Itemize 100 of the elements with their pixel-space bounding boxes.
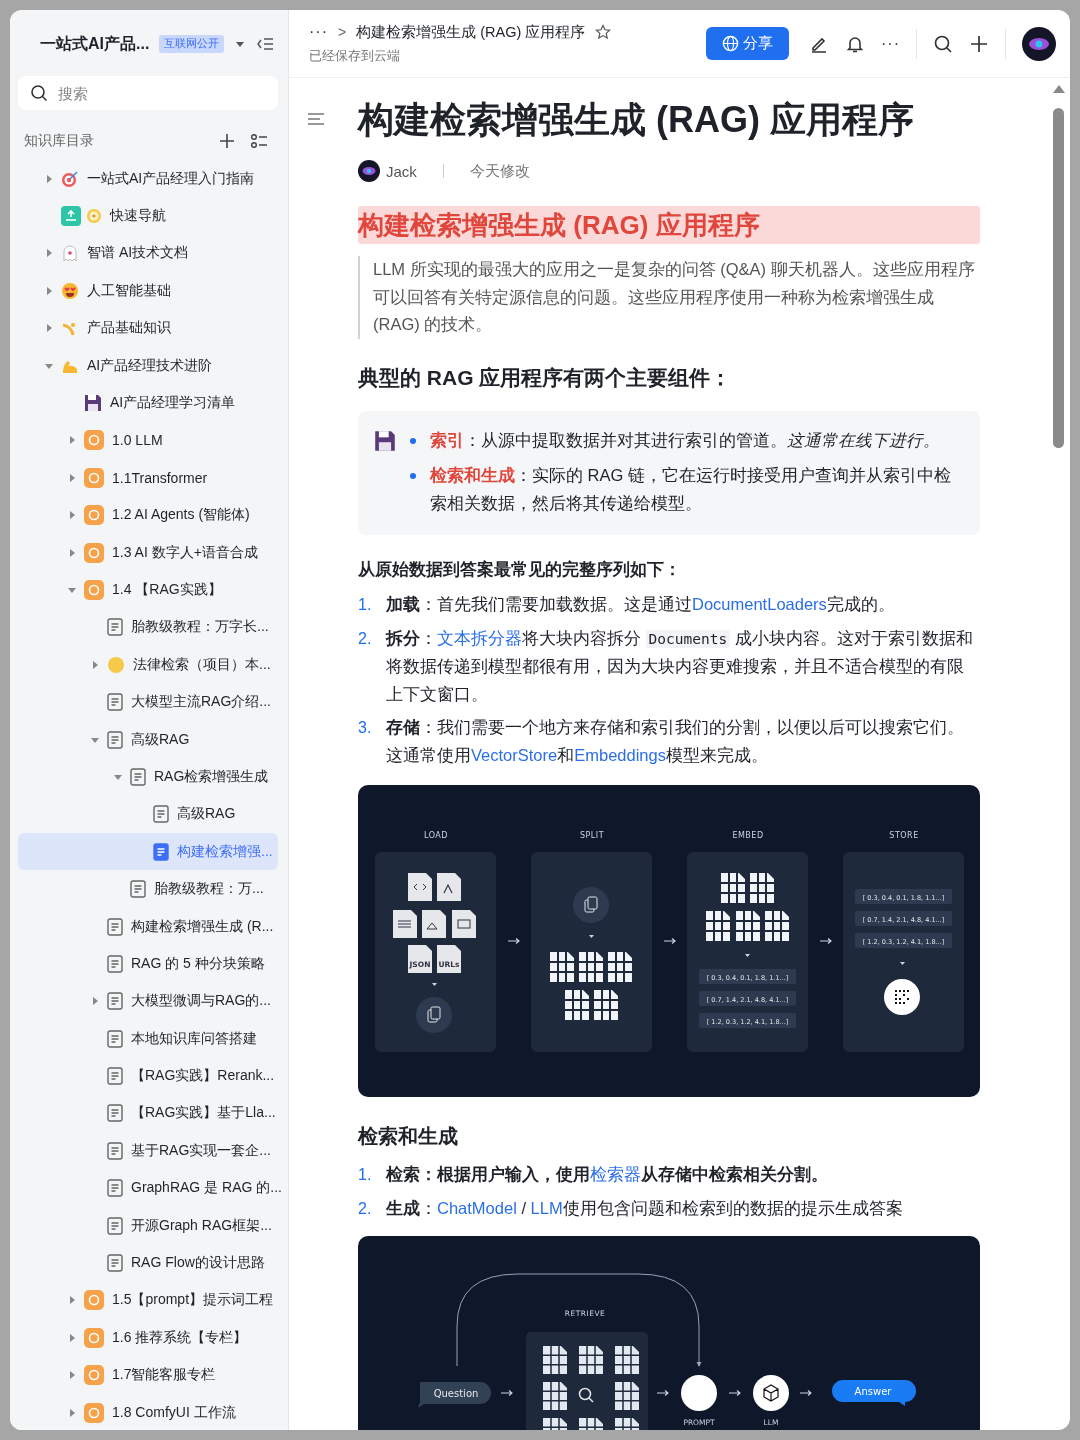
- tree-item-label: RAG检索增强生成: [154, 767, 269, 786]
- chunk-icon: [764, 910, 790, 942]
- tree-item[interactable]: 大模型主流RAG介绍...: [18, 683, 278, 721]
- tree-item[interactable]: 本地知识库问答搭建: [18, 1020, 278, 1058]
- caret-icon[interactable]: [67, 1295, 77, 1306]
- down-arrow-icon: [432, 983, 437, 986]
- caret-icon[interactable]: [67, 472, 77, 483]
- tree-item[interactable]: 产品基础知识: [18, 309, 278, 347]
- document-title: 构建检索增强生成 (RAG) 应用程序: [358, 98, 915, 142]
- search-icon: [30, 84, 48, 102]
- caret-icon[interactable]: [44, 248, 54, 259]
- tree-item[interactable]: 高级RAG: [18, 795, 278, 834]
- breadcrumb-separator: >: [338, 24, 347, 40]
- tree-item[interactable]: 构建检索增强生成 (R...: [18, 907, 278, 946]
- tree-item[interactable]: 胎教级教程：万字长...: [18, 608, 278, 647]
- tree-item[interactable]: AI产品经理技术进阶: [18, 346, 278, 385]
- caret-icon[interactable]: [67, 1407, 77, 1418]
- chunk-icon: [614, 1381, 640, 1411]
- link[interactable]: 文本拆分器: [437, 628, 522, 647]
- tree-item-label: 基于RAG实现一套企...: [131, 1141, 271, 1160]
- link[interactable]: LLM: [530, 1198, 563, 1217]
- tree-item[interactable]: AI产品经理学习清单: [18, 384, 278, 422]
- breadcrumb-title[interactable]: 构建检索增强生成 (RAG) 应用程序: [356, 22, 586, 42]
- scroll-up-icon[interactable]: [1052, 84, 1066, 94]
- file-icon: [408, 945, 432, 973]
- tree-item[interactable]: 1.1Transformer: [18, 459, 278, 497]
- tree-item[interactable]: 法律检索（项目）本...: [18, 646, 278, 684]
- tree-item[interactable]: 1.5【prompt】提示词工程: [18, 1281, 278, 1320]
- more-menu[interactable]: ···: [881, 34, 900, 53]
- tree-item[interactable]: 【RAG实践】基于Lla...: [18, 1094, 278, 1133]
- caret-icon[interactable]: [90, 996, 100, 1007]
- add-icon[interactable]: [218, 132, 236, 150]
- caret-icon[interactable]: [67, 510, 77, 521]
- add-icon[interactable]: [969, 33, 989, 54]
- tree-item[interactable]: 【RAG实践】Rerank...: [18, 1057, 278, 1095]
- caret-icon[interactable]: [67, 1370, 77, 1381]
- link[interactable]: 检索器: [590, 1165, 641, 1183]
- down-arrow-icon: [745, 954, 750, 957]
- search-icon[interactable]: [933, 33, 953, 54]
- caret-icon[interactable]: [67, 1332, 77, 1343]
- tree-item[interactable]: 一站式AI产品经理入门指南: [18, 160, 278, 198]
- tree-item[interactable]: 人工智能基础: [18, 272, 278, 310]
- arrow-icon: [819, 937, 832, 945]
- search-field[interactable]: 搜索: [18, 76, 278, 110]
- folder-badge-icon: [84, 1290, 104, 1311]
- link[interactable]: VectorStore: [471, 745, 558, 764]
- folder-badge-icon: [84, 505, 104, 526]
- tree-item[interactable]: 1.8 ComfyUI 工作流: [18, 1393, 278, 1430]
- caret-icon[interactable]: [67, 547, 77, 558]
- collapse-sidebar-icon[interactable]: [256, 36, 275, 52]
- file-icon: [452, 910, 476, 938]
- caret-icon[interactable]: [44, 323, 54, 334]
- list-options-icon[interactable]: [250, 132, 268, 150]
- caret-icon[interactable]: [67, 435, 77, 446]
- document-icon: [130, 767, 146, 786]
- caret-icon[interactable]: [67, 585, 77, 595]
- step-number: 2.: [358, 628, 373, 649]
- caret-icon[interactable]: [90, 659, 100, 670]
- more-breadcrumb[interactable]: ···: [309, 23, 328, 41]
- caret-icon[interactable]: [44, 285, 54, 296]
- knowledge-base-title[interactable]: 一站式AI产品...: [40, 33, 150, 55]
- document-icon: [153, 842, 169, 861]
- tree-item[interactable]: 胎教级教程：万...: [18, 870, 278, 908]
- tree-item[interactable]: 快速导航: [18, 197, 278, 235]
- tree-item-label: 构建检索增强生成 (R...: [131, 917, 274, 936]
- tree-item[interactable]: 大模型微调与RAG的...: [18, 982, 278, 1020]
- tree-item[interactable]: RAG Flow的设计思路: [18, 1244, 278, 1282]
- tree-item[interactable]: 构建检索增强...: [18, 833, 278, 871]
- link[interactable]: DocumentLoaders: [692, 595, 827, 613]
- tree-item[interactable]: RAG检索增强生成: [18, 758, 278, 796]
- scrollbar-thumb[interactable]: [1053, 108, 1064, 448]
- tree-item[interactable]: 基于RAG实现一套企...: [18, 1132, 278, 1170]
- tree-item-label: 一站式AI产品经理入门指南: [87, 169, 255, 188]
- tree-item[interactable]: 1.7智能客服专栏: [18, 1356, 278, 1394]
- tree-item[interactable]: 1.3 AI 数字人+语音合成: [18, 533, 278, 572]
- tree-item[interactable]: 高级RAG: [18, 720, 278, 759]
- document-icon: [130, 880, 146, 899]
- tree-item[interactable]: 1.6 推荐系统【专栏】: [18, 1319, 278, 1357]
- tree-item[interactable]: 智谱 AI技术文档: [18, 234, 278, 273]
- outline-icon[interactable]: [307, 112, 325, 126]
- avatar[interactable]: [1022, 26, 1056, 61]
- step-number: 1.: [358, 595, 373, 615]
- link[interactable]: ChatModel: [437, 1198, 517, 1217]
- link[interactable]: Embeddings: [574, 745, 666, 764]
- document-icon: [107, 618, 123, 637]
- tree-item[interactable]: 1.2 AI Agents (智能体): [18, 496, 278, 534]
- tree-item-label: 产品基础知识: [87, 319, 171, 338]
- step-text: 检索：根据用户输入，使用检索器从存储中检索相关分割。: [386, 1164, 828, 1185]
- tree-item[interactable]: 1.0 LLM: [18, 421, 278, 460]
- document-icon: [107, 1216, 123, 1235]
- share-button[interactable]: 分享: [706, 27, 789, 60]
- stage-label: LOAD: [424, 831, 448, 840]
- tree-item[interactable]: 1.4 【RAG实践】: [18, 571, 278, 609]
- tree-item[interactable]: RAG 的 5 种分块策略: [18, 945, 278, 983]
- author-name[interactable]: Jack: [386, 162, 417, 180]
- star-icon[interactable]: [595, 24, 612, 40]
- chunk-icon: [593, 989, 619, 1021]
- tree-item-label: 人工智能基础: [87, 281, 171, 300]
- caret-icon[interactable]: [44, 173, 54, 184]
- tree-item[interactable]: 开源Graph RAG框架...: [18, 1206, 278, 1245]
